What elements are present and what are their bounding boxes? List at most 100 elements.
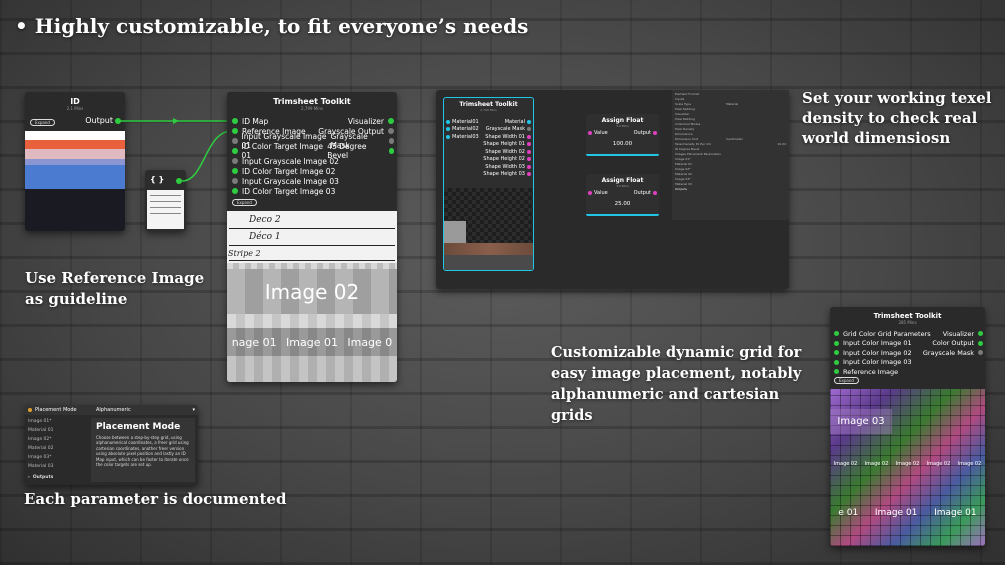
port-shape-width-02[interactable] xyxy=(527,149,531,154)
port-id-color-target-01[interactable] xyxy=(232,148,238,154)
tile-image-02-label: Image 02 xyxy=(895,461,920,467)
input-label: Grid Color Grid Parameters xyxy=(843,329,931,338)
caption-texel: Set your working texel density to check … xyxy=(802,89,992,147)
port-reference-image[interactable] xyxy=(834,369,839,375)
node-graph-window: Trimsheet Toolkit 2,799 Mins Material01 … xyxy=(436,90,789,289)
sketch-label: Stripe 2 xyxy=(228,249,261,258)
port-grayscale-mask[interactable] xyxy=(978,350,983,356)
port-output[interactable] xyxy=(653,131,657,135)
assign-float-node-1[interactable]: Assign Float 3.9 Mins Value Output 100.0… xyxy=(586,114,659,156)
outputs-toggle[interactable]: › Outputs xyxy=(25,471,67,483)
port-material03[interactable] xyxy=(446,134,450,139)
param-item[interactable]: Image 02* xyxy=(25,435,67,444)
sketch-area: Deco 2 Déco 1 Stripe 2 xyxy=(227,211,397,263)
doc-parameter-list: Image 01* Material 01 Image 02* Material… xyxy=(25,417,67,483)
assign-float-value[interactable]: 25.00 xyxy=(586,201,659,207)
graph-input-label: Material03 xyxy=(452,133,479,140)
param-item[interactable]: Material 02 xyxy=(25,444,67,453)
tile-image-02-label: Image 02 xyxy=(957,461,982,467)
graph-output-label: Shape Height 03 xyxy=(483,171,525,178)
param-item[interactable]: Image 03* xyxy=(25,453,67,462)
image-02-label: Image 02 xyxy=(264,279,360,304)
tile-image-02-label: Image 02 xyxy=(864,461,889,467)
tile-image-01-row: e 01 Image 01 Image 01 xyxy=(830,508,985,518)
port-visualizer[interactable] xyxy=(388,118,394,124)
wire-arrow xyxy=(173,118,179,124)
port-id-color-target-02[interactable] xyxy=(232,168,238,174)
port-visualizer[interactable] xyxy=(978,331,983,337)
graph-toolkit-title: Trimsheet Toolkit xyxy=(459,101,518,108)
graph-output-label: Shape Height 01 xyxy=(483,141,525,148)
tile-image-02-label: Image 02 xyxy=(926,461,951,467)
port-shape-height-01[interactable] xyxy=(527,142,531,147)
scale-type-select[interactable]: Material xyxy=(726,102,786,106)
sketch-label: Déco 1 xyxy=(249,232,281,242)
param-item[interactable]: Material 01 xyxy=(25,426,67,435)
caption-reference: Use Reference Image as guideline xyxy=(25,269,205,308)
dimension-unit-select[interactable]: Centimeter xyxy=(726,137,786,141)
graph-output-label: Grayscale Mask xyxy=(485,126,525,133)
image-02-tile: Image 02 xyxy=(227,269,397,314)
graph-input-label: Material02 xyxy=(452,126,479,133)
caption-documented: Each parameter is documented xyxy=(24,490,287,508)
prop-row[interactable]: Outputs xyxy=(675,186,786,191)
port-output[interactable] xyxy=(653,191,657,195)
graph-toolkit-subtitle: 2,799 Mins xyxy=(480,108,497,112)
tile-image-02-label: Image 02 xyxy=(833,461,858,467)
port-id-map[interactable] xyxy=(232,118,238,124)
doc-tooltip: Placement Mode Choose between a step-by-… xyxy=(91,418,195,482)
texel-density-field[interactable]: 10.24 xyxy=(777,142,786,146)
input-label: ID Map xyxy=(242,116,269,126)
port-45-degree-bevel[interactable] xyxy=(388,148,394,154)
port-value-in[interactable] xyxy=(588,191,592,195)
tile-image-02-row: Image 02 Image 02 Image 02 Image 02 Imag… xyxy=(830,461,985,467)
image-01-row: nage 01 Image 01 Image 0 xyxy=(227,328,397,356)
prop-label: Texel Density Px Per Cm xyxy=(675,141,712,146)
toolkit-expand-button[interactable]: Expand xyxy=(232,199,257,206)
output-label: Grayscale Mask xyxy=(922,348,974,357)
assign-float-title: Assign Float xyxy=(601,177,644,184)
trimsheet-toolkit-node-2[interactable]: Trimsheet Toolkit 285 Mins Grid Color Gr… xyxy=(830,307,985,546)
input-label: Input Grayscale Image 02 xyxy=(242,156,339,166)
doc-header[interactable]: Placement Mode Alphanumeric ▾ xyxy=(25,405,198,415)
port-value-in[interactable] xyxy=(588,131,592,135)
port-color-output[interactable] xyxy=(978,340,983,346)
port-material02[interactable] xyxy=(446,127,450,132)
sketch-label: Deco 2 xyxy=(249,215,281,225)
port-shape-width-01[interactable] xyxy=(527,134,531,139)
graph-output-label: Shape Width 03 xyxy=(485,163,525,170)
port-input-color-01[interactable] xyxy=(834,340,839,346)
param-item[interactable]: Image 01* xyxy=(25,417,67,426)
port-input-color-02[interactable] xyxy=(834,350,839,356)
tile-image-01-label: Image 01 xyxy=(934,508,977,518)
port-material-out[interactable] xyxy=(527,119,531,124)
port-grayscale-mask-out[interactable] xyxy=(527,127,531,132)
assign-float-value[interactable]: 100.00 xyxy=(586,141,659,147)
tile-image-01-label: e 01 xyxy=(838,508,859,518)
documentation-panel: Placement Mode Alphanumeric ▾ Image 01* … xyxy=(25,405,198,485)
toolkit2-expand-button[interactable]: Expand xyxy=(834,377,859,384)
port-shape-width-03[interactable] xyxy=(527,164,531,169)
doc-header-value: Alphanumeric xyxy=(96,407,131,413)
image-01-label: Image 0 xyxy=(347,335,393,349)
output-label: Visualizer xyxy=(942,329,974,338)
port-shape-height-03[interactable] xyxy=(527,172,531,177)
value-label: Value xyxy=(594,190,608,196)
image-01-label: nage 01 xyxy=(231,335,277,349)
port-id-color-target-03[interactable] xyxy=(232,188,238,194)
graph-toolkit-node[interactable]: Trimsheet Toolkit 2,799 Mins Material01 … xyxy=(443,97,534,271)
trimsheet-toolkit-node[interactable]: Trimsheet Toolkit 2,799 Mins ID Map Visua… xyxy=(227,92,397,382)
input-label: Input Grayscale Image 03 xyxy=(242,176,339,186)
assign-float-node-2[interactable]: Assign Float 3.9 Mins Value Output 25.00 xyxy=(586,174,659,216)
port-grid-parameters[interactable] xyxy=(834,331,839,337)
graph-output-label: Shape Width 01 xyxy=(485,133,525,140)
param-item[interactable]: Material 03 xyxy=(25,462,67,471)
output-label: Output xyxy=(633,130,651,136)
color-grid-preview: Image 03 Image 02 Image 02 Image 02 Imag… xyxy=(830,389,985,546)
port-material01[interactable] xyxy=(446,119,450,124)
port-input-grayscale-02[interactable] xyxy=(232,158,238,164)
chevron-down-icon[interactable]: ▾ xyxy=(192,407,195,413)
port-shape-height-02[interactable] xyxy=(527,157,531,162)
port-input-color-03[interactable] xyxy=(834,359,839,365)
port-input-grayscale-03[interactable] xyxy=(232,178,238,184)
